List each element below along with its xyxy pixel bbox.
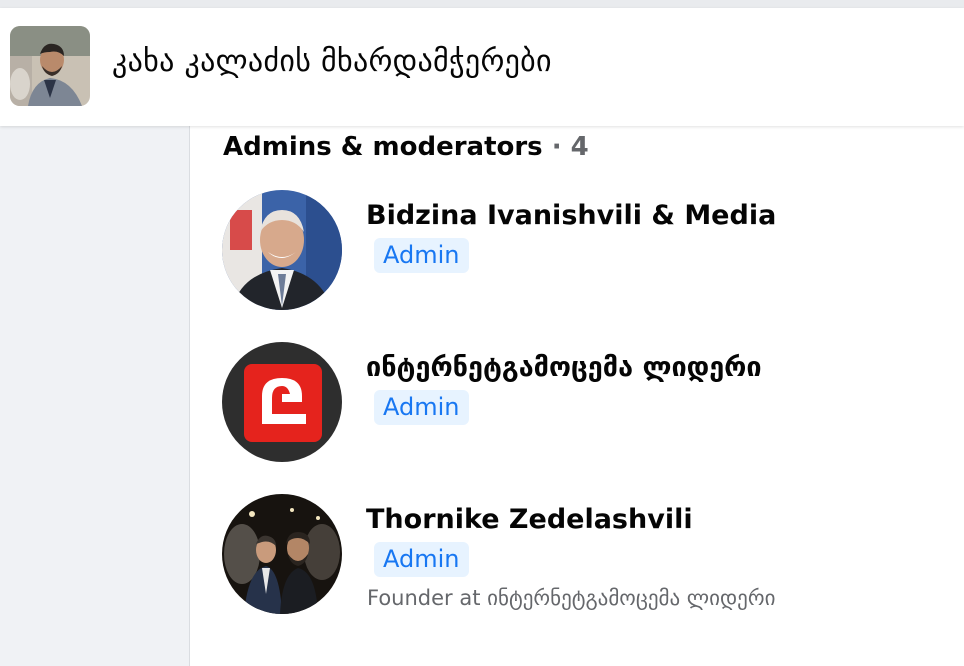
admin-badge: Admin — [374, 390, 469, 425]
admins-section-heading: Admins & moderators · 4 — [223, 132, 589, 162]
member-row: Thornike Zedelashvili Admin Founder at ი… — [222, 494, 942, 618]
member-name[interactable]: ინტერნეტგამოცემა ლიდერი — [366, 352, 762, 383]
members-panel: Admins & moderators · 4 Bidzina Ivanishv… — [190, 126, 964, 666]
member-avatar[interactable] — [222, 342, 342, 462]
admin-badge: Admin — [374, 542, 469, 577]
left-sidebar — [0, 126, 190, 666]
group-title[interactable]: კახა კალაძის მხარდამჭერები — [112, 44, 552, 79]
admins-count: 4 — [570, 132, 589, 162]
admin-badge: Admin — [374, 238, 469, 273]
member-name[interactable]: Bidzina Ivanishvili & Media — [366, 200, 776, 231]
group-header: კახა კალაძის მხარდამჭერები — [0, 8, 964, 126]
group-avatar[interactable] — [10, 26, 90, 106]
member-avatar[interactable] — [222, 190, 342, 310]
member-row: ინტერნეტგამოცემა ლიდერი Admin — [222, 342, 942, 466]
top-strip — [0, 0, 964, 8]
heading-separator: · — [551, 132, 562, 162]
member-avatar[interactable] — [222, 494, 342, 614]
leader-logo-icon — [244, 364, 322, 442]
member-subtitle: Founder at ინტერნეტგამოცემა ლიდერი — [367, 586, 776, 610]
member-name[interactable]: Thornike Zedelashvili — [366, 504, 693, 535]
member-row: Bidzina Ivanishvili & Media Admin — [222, 190, 942, 314]
section-title: Admins & moderators — [223, 132, 543, 162]
